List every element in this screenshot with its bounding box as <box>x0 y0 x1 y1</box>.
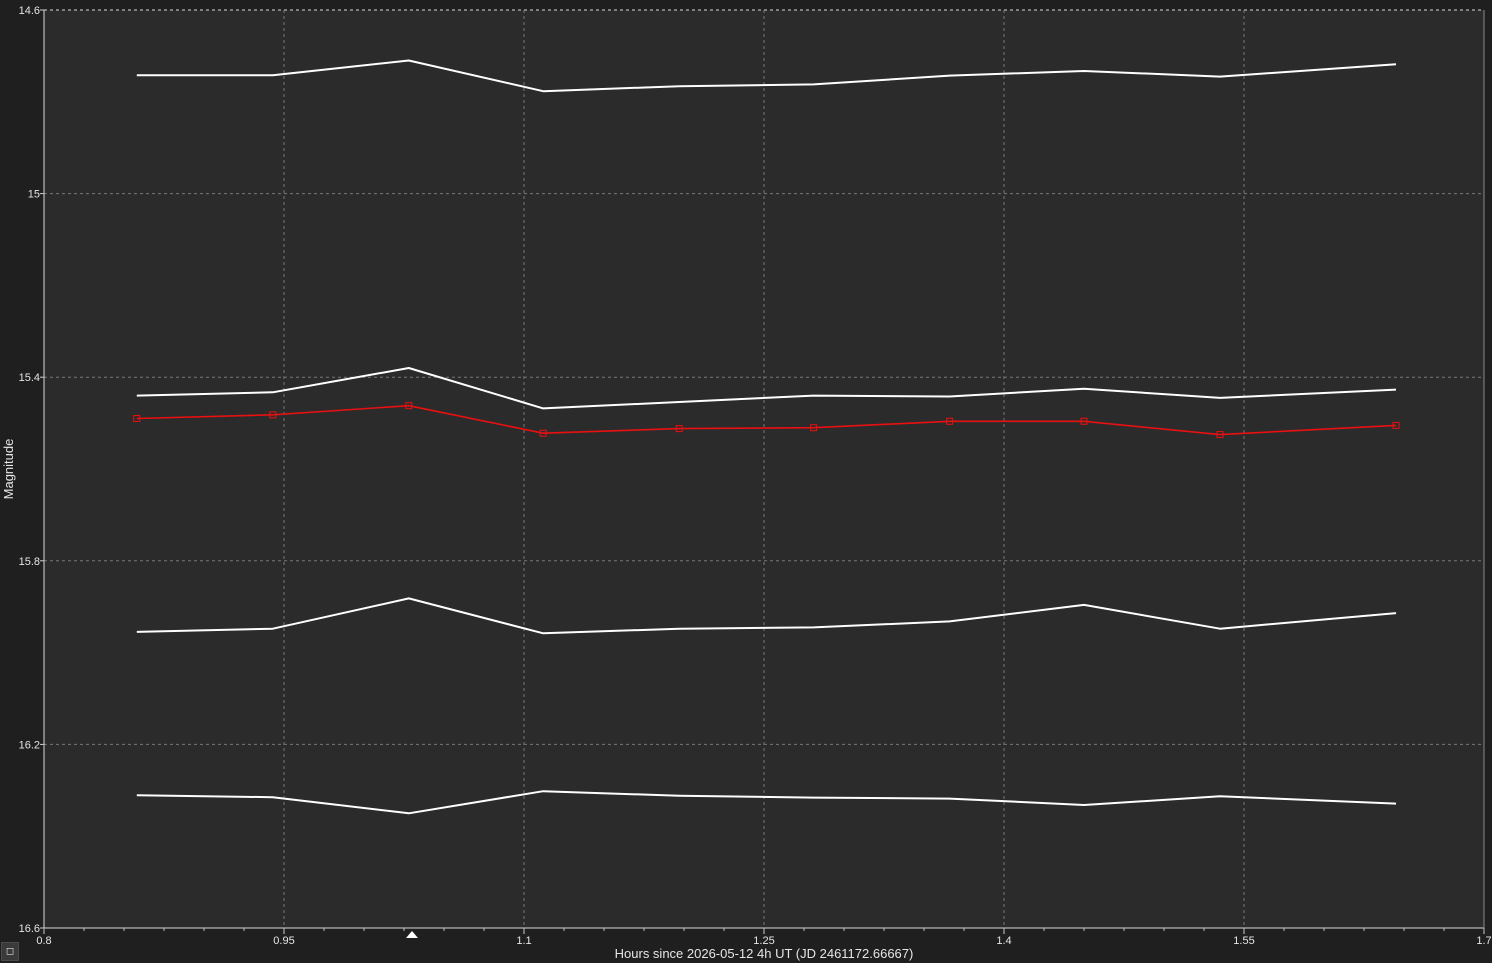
toggle-button[interactable]: ◻ <box>1 942 19 961</box>
y-axis-label: Magnitude <box>1 439 16 500</box>
x-tick-label: 0.8 <box>36 935 51 947</box>
x-tick-label: 1.55 <box>1233 935 1254 947</box>
y-tick-label: 15.4 <box>19 372 40 384</box>
time-marker-triangle[interactable] <box>406 931 418 938</box>
magnitude-chart: 14.61515.415.816.216.6 0.8 0.95 1.1 1.25 1.4… <box>1 5 1492 961</box>
y-tick-label: 15 <box>28 189 40 201</box>
x-tick-label: 1.4 <box>996 935 1011 947</box>
x-tick-label: 1.1 <box>516 935 531 947</box>
y-tick-label: 16.2 <box>19 739 40 751</box>
y-tick-label: 15.8 <box>19 556 40 568</box>
y-tick-labels: 14.6 15 15.4 15.8 16.2 16.6 <box>19 5 40 935</box>
x-tick-label: 1.7 <box>1476 935 1491 947</box>
x-tick-label: 0.95 <box>273 935 294 947</box>
x-axis-label: Hours since 2026-05-12 4h UT (JD 2461172… <box>615 946 914 961</box>
y-tick-label: 14.6 <box>19 5 40 17</box>
y-tick-label: 16.6 <box>19 923 40 935</box>
